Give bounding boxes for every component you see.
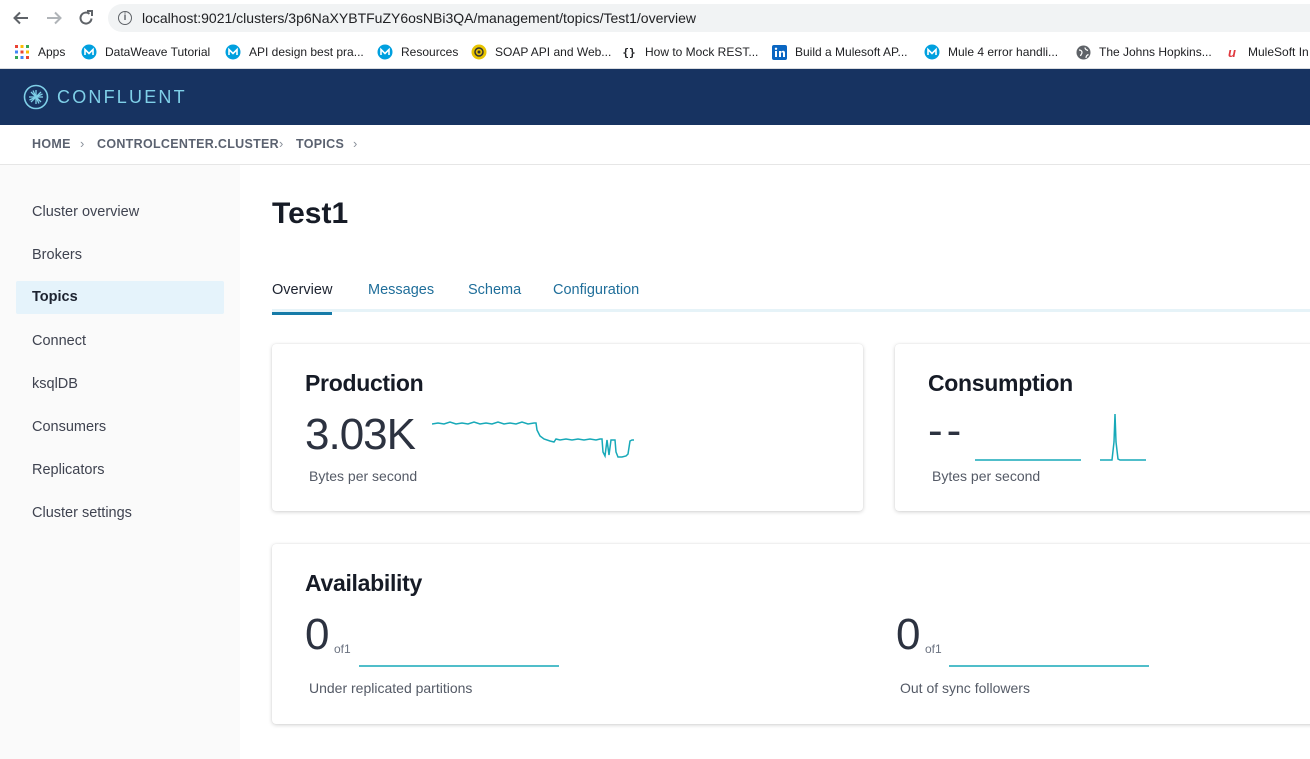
- sidebar-item-ksqldb[interactable]: ksqlDB: [16, 368, 224, 401]
- sidebar-item-brokers[interactable]: Brokers: [16, 239, 224, 272]
- tab-configuration[interactable]: Configuration: [553, 281, 639, 312]
- consumption-sparkline: [975, 413, 1146, 461]
- bookmark-label: SOAP API and Web...: [495, 45, 612, 59]
- sidebar-item-topics[interactable]: Topics: [16, 281, 224, 314]
- availability-card[interactable]: Availability 0 of1 Under replicated part…: [272, 544, 1310, 724]
- address-bar[interactable]: i localhost:9021/clusters/3p6NaXYBTFuZY6…: [108, 4, 1310, 32]
- back-arrow-icon[interactable]: [11, 8, 31, 28]
- availability-title: Availability: [305, 570, 422, 596]
- chevron-right-icon: ›: [353, 136, 358, 151]
- main-content: Test1 Overview Messages Schema Configura…: [240, 165, 1310, 759]
- under-replicated-sparkline: [359, 665, 559, 667]
- bookmark-mock-rest[interactable]: {} How to Mock REST...: [621, 43, 758, 61]
- braces-icon: {}: [622, 45, 636, 59]
- out-of-sync-value: 0: [896, 610, 921, 659]
- bookmark-mule4-error[interactable]: Mule 4 error handli...: [924, 43, 1058, 61]
- bookmark-label: MuleSoft In: [1248, 45, 1309, 59]
- out-of-sync-sparkline: [949, 665, 1149, 667]
- bookmark-mulesoft-in[interactable]: u MuleSoft In: [1224, 43, 1309, 61]
- breadcrumb-cluster[interactable]: CONTROLCENTER.CLUSTER: [97, 137, 279, 151]
- breadcrumb-home[interactable]: HOME: [32, 137, 71, 151]
- breadcrumb: HOME › CONTROLCENTER.CLUSTER › TOPICS ›: [0, 125, 1310, 165]
- sidebar-item-replicators[interactable]: Replicators: [16, 454, 224, 487]
- bookmark-build-mulesoft[interactable]: Build a Mulesoft AP...: [771, 43, 908, 61]
- sidebar-item-connect[interactable]: Connect: [16, 325, 224, 358]
- bookmark-label: API design best pra...: [249, 45, 364, 59]
- mulesoft-icon: [377, 44, 393, 60]
- chevron-right-icon: ›: [80, 136, 85, 151]
- bookmark-label: Resources: [401, 45, 459, 59]
- soap-icon: [471, 44, 487, 60]
- bookmark-label: Apps: [38, 45, 66, 59]
- info-icon[interactable]: i: [118, 11, 132, 25]
- under-replicated-label: Under replicated partitions: [309, 680, 473, 696]
- production-sparkline: [432, 421, 634, 459]
- bookmark-label: Mule 4 error handli...: [948, 45, 1059, 59]
- out-of-sync-of: of1: [925, 642, 942, 656]
- bookmark-soap[interactable]: SOAP API and Web...: [471, 43, 611, 61]
- production-card[interactable]: Production 3.03K Bytes per second: [272, 344, 863, 511]
- out-of-sync-label: Out of sync followers: [900, 680, 1030, 696]
- mulesoft-red-icon: u: [1228, 44, 1236, 60]
- bookmark-label: How to Mock REST...: [645, 45, 759, 59]
- forward-arrow-icon[interactable]: [44, 8, 64, 28]
- sidebar-item-cluster-overview[interactable]: Cluster overview: [16, 196, 224, 229]
- url-text: localhost:9021/clusters/3p6NaXYBTFuZY6os…: [142, 10, 697, 26]
- bookmark-label: DataWeave Tutorial: [105, 45, 211, 59]
- brand-name[interactable]: CONFLUENT: [57, 87, 187, 108]
- sidebar-item-consumers[interactable]: Consumers: [16, 411, 224, 444]
- bookmarks-bar: Apps DataWeave Tutorial API design best …: [0, 36, 1310, 69]
- mulesoft-icon: [225, 44, 241, 60]
- bookmark-dataweave[interactable]: DataWeave Tutorial: [81, 43, 210, 61]
- apps-grid-icon: [14, 44, 30, 60]
- bookmark-apps[interactable]: Apps: [14, 43, 65, 61]
- production-value: 3.03K: [305, 410, 416, 459]
- chevron-right-icon: ›: [279, 136, 284, 151]
- sidebar-item-cluster-settings[interactable]: Cluster settings: [16, 497, 224, 530]
- reload-icon[interactable]: [76, 8, 96, 28]
- browser-toolbar: i localhost:9021/clusters/3p6NaXYBTFuZY6…: [0, 0, 1310, 36]
- mulesoft-icon: [81, 44, 97, 60]
- breadcrumb-topics[interactable]: TOPICS: [296, 137, 344, 151]
- bookmark-api-design[interactable]: API design best pra...: [225, 43, 364, 61]
- consumption-card[interactable]: Consumption -- Bytes per second: [895, 344, 1310, 511]
- under-replicated-of: of1: [334, 642, 351, 656]
- sidebar: Cluster overview Brokers Topics Connect …: [0, 165, 240, 759]
- bookmark-johns-hopkins[interactable]: The Johns Hopkins...: [1075, 43, 1212, 61]
- app-header: CONFLUENT: [0, 69, 1310, 125]
- globe-icon: [1075, 44, 1091, 60]
- consumption-value: --: [928, 406, 966, 455]
- bookmark-label: The Johns Hopkins...: [1099, 45, 1212, 59]
- consumption-title: Consumption: [928, 370, 1073, 396]
- bookmark-label: Build a Mulesoft AP...: [795, 45, 908, 59]
- tab-schema[interactable]: Schema: [468, 281, 521, 312]
- topic-tabs: Overview Messages Schema Configuration: [272, 281, 1310, 315]
- tab-messages[interactable]: Messages: [368, 281, 434, 312]
- production-unit: Bytes per second: [309, 468, 418, 484]
- linkedin-icon: [771, 44, 787, 60]
- consumption-unit: Bytes per second: [932, 468, 1041, 484]
- under-replicated-value: 0: [305, 610, 330, 659]
- mulesoft-icon: [924, 44, 940, 60]
- page-title: Test1: [272, 197, 349, 230]
- bookmark-resources[interactable]: Resources: [377, 43, 458, 61]
- production-title: Production: [305, 370, 424, 396]
- confluent-logo-icon[interactable]: [23, 84, 49, 110]
- tab-overview[interactable]: Overview: [272, 281, 333, 315]
